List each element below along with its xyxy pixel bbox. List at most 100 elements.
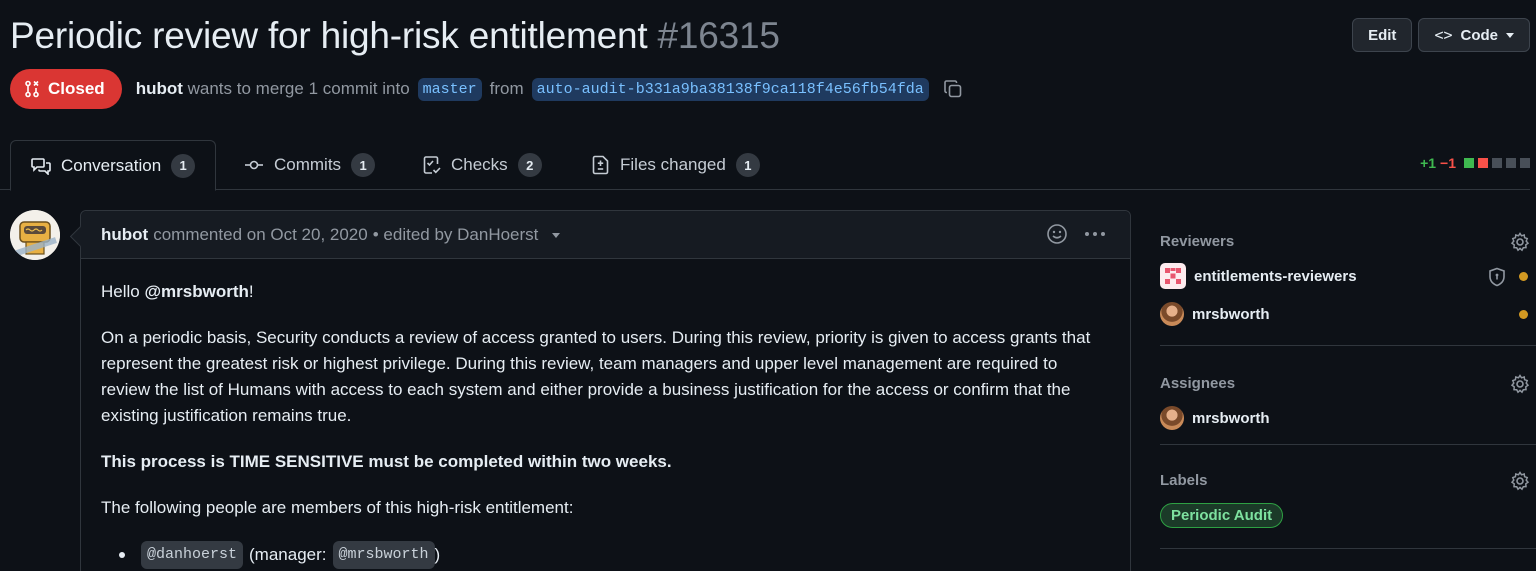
pr-header: Periodic review for high-risk entitlemen… [10,12,1530,60]
labels-list: Periodic Audit [1160,503,1536,528]
edit-button-label: Edit [1368,26,1397,44]
pr-number: #16315 [657,15,780,56]
greeting: Hello @mrsbworth! [101,279,1110,305]
reviewers-section: Reviewers entitlements-reviewers mrsbwor… [1160,224,1536,346]
comment-header: hubot commented on Oct 20, 2020 • edited… [81,211,1130,259]
diffstat-block-neutral [1520,158,1530,168]
warning-bold: This process is TIME SENSITIVE must be c… [101,452,672,471]
status-label: Closed [48,79,105,98]
tab-label: Files changed [620,155,726,174]
merge-text: wants to merge 1 commit into [187,79,410,98]
pending-review-dot [1519,271,1528,281]
checklist-icon [423,156,441,174]
user-mention[interactable]: @mrsbworth [144,282,248,301]
sidebar: Reviewers entitlements-reviewers mrsbwor… [1160,224,1536,549]
tab-conversation[interactable]: Conversation 1 [10,140,217,191]
members-list: @danhoerst (manager: @mrsbworth) [119,541,1110,569]
tab-label: Commits [274,155,342,174]
author-link[interactable]: hubot [136,79,183,98]
from-text: from [489,79,524,98]
diffstat-block-neutral [1492,158,1502,168]
warning-text: This process is TIME SENSITIVE must be c… [101,449,1110,475]
diffstat: +1 −1 [1420,155,1530,171]
edited-by-label: • edited by DanHoerst [372,224,539,244]
comment-timestamp[interactable]: commented on Oct 20, 2020 [153,225,368,245]
status-badge: Closed [10,69,122,109]
gear-icon[interactable] [1510,374,1530,394]
copy-icon[interactable] [943,79,963,99]
manager-prefix: (manager: [249,545,327,564]
git-commit-icon [245,160,263,170]
diffstat-additions: +1 [1420,155,1437,171]
chevron-down-icon [1506,32,1514,38]
tab-counter: 1 [171,153,196,178]
header-actions: Edit <> Code [1352,18,1530,52]
edited-by-dropdown[interactable]: • edited by DanHoerst [373,225,561,245]
kebab-horizontal-icon[interactable] [1084,231,1106,237]
diffstat-block-del [1478,158,1488,168]
review-paragraph: On a periodic basis, Security conducts a… [101,328,1091,425]
edit-button[interactable]: Edit [1352,18,1413,52]
pr-title: Periodic review for high-risk entitlemen… [10,12,1530,60]
assignee-user[interactable]: mrsbworth [1160,400,1536,436]
comment-actions [1046,223,1106,245]
code-icon: <> [1434,26,1453,44]
reviewer-name: mrsbworth [1192,305,1270,323]
list-item: @danhoerst (manager: @mrsbworth) [119,541,1110,569]
tab-counter: 1 [735,153,760,177]
team-avatar [1160,263,1186,289]
diffstat-block-neutral [1506,158,1516,168]
avatar[interactable] [10,210,60,260]
assignees-section: Assignees mrsbworth [1160,346,1536,445]
gear-icon[interactable] [1510,232,1530,252]
chevron-down-icon [552,233,561,238]
comment-discussion-icon [31,157,51,175]
comment-author[interactable]: hubot [101,225,148,245]
pending-review-dot [1519,309,1528,319]
shield-icon [1489,267,1505,287]
git-pull-request-closed-icon [25,80,39,98]
greeting-suffix: ! [248,282,254,301]
reviewer-team[interactable]: entitlements-reviewers [1160,258,1536,294]
tab-counter: 2 [517,153,542,177]
assignee-name: mrsbworth [1192,409,1270,427]
manager-suffix: ) [434,545,441,564]
tab-checks[interactable]: Checks 2 [403,140,562,190]
team-identicon-icon [1165,268,1181,284]
avatar [1160,302,1184,326]
members-intro: The following people are members of this… [101,498,574,517]
tab-commits[interactable]: Commits 1 [224,140,395,190]
smiley-icon[interactable] [1046,223,1068,245]
labels-title[interactable]: Labels [1160,463,1536,497]
bullet [119,552,125,558]
member-mention[interactable]: @danhoerst [141,541,244,569]
file-diff-icon [592,155,609,175]
merge-description: hubot wants to merge 1 commit into [136,79,410,99]
avatar [1160,406,1184,430]
reviewer-user[interactable]: mrsbworth [1160,296,1536,332]
tab-files-changed[interactable]: Files changed 1 [572,140,780,190]
pr-title-text: Periodic review for high-risk entitlemen… [10,15,648,56]
tab-counter: 1 [351,153,376,177]
comment: hubot commented on Oct 20, 2020 • edited… [80,210,1131,571]
assignees-title[interactable]: Assignees [1160,366,1536,400]
tab-label: Conversation [61,155,162,175]
base-branch[interactable]: master [417,77,482,101]
hubot-avatar-image [10,210,60,260]
code-button[interactable]: <> Code [1418,18,1530,52]
code-button-label: Code [1460,26,1499,44]
reviewers-title[interactable]: Reviewers [1160,224,1536,258]
reviewer-name: entitlements-reviewers [1194,267,1357,285]
pr-meta: Closed hubot wants to merge 1 commit int… [10,69,963,109]
greeting-prefix: Hello [101,282,145,301]
head-branch[interactable]: auto-audit-b331a9ba38138f9ca118f4e56fb54… [531,77,929,101]
tab-label: Checks [451,155,508,174]
diffstat-deletions: −1 [1440,155,1456,171]
labels-section: Labels Periodic Audit [1160,445,1536,549]
comment-body: Hello @mrsbworth! On a periodic basis, S… [81,259,1130,569]
pr-tabs: Conversation 1 Commits 1 Checks 2 Files … [0,140,1530,191]
label-badge[interactable]: Periodic Audit [1160,503,1284,528]
manager-mention[interactable]: @mrsbworth [332,541,435,569]
gear-icon[interactable] [1510,471,1530,491]
diffstat-block-add [1464,158,1474,168]
